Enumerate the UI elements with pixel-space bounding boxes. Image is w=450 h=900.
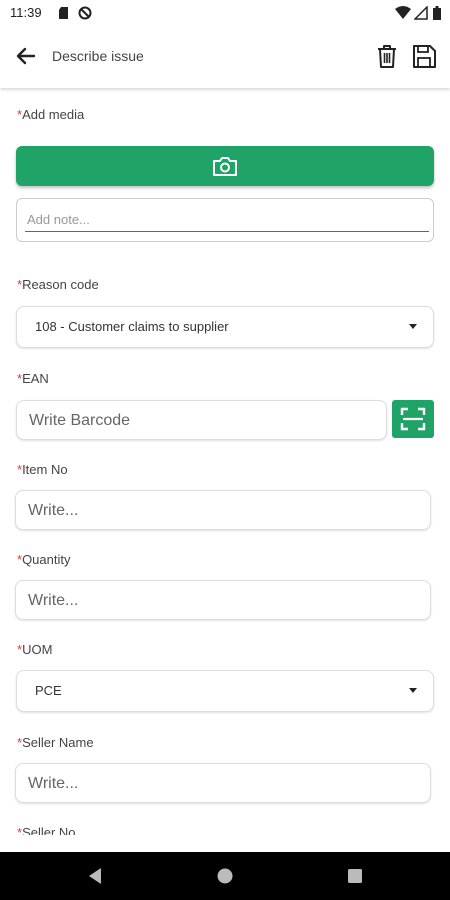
note-input[interactable] — [25, 207, 429, 232]
seller-name-label: *Seller Name — [17, 735, 94, 750]
item-no-field — [15, 490, 431, 530]
seller-name-input[interactable] — [26, 770, 420, 798]
page-title: Describe issue — [52, 48, 144, 64]
status-time: 11:39 — [10, 5, 42, 20]
add-media-label: *Add media — [17, 107, 85, 122]
status-bar: 11:39 — [0, 0, 450, 26]
seller-name-field — [15, 763, 431, 803]
quantity-label: *Quantity — [17, 552, 71, 567]
note-field — [16, 198, 434, 242]
issue-form: *Add media *Reason code 108 - Customer c… — [0, 90, 450, 835]
reason-code-select[interactable]: 108 - Customer claims to supplier — [16, 306, 434, 348]
item-no-label: *Item No — [17, 462, 68, 477]
trash-icon[interactable] — [371, 40, 403, 72]
floppy-disk-icon[interactable] — [408, 40, 440, 72]
add-media-button[interactable] — [16, 146, 434, 186]
uom-select[interactable]: PCE — [16, 670, 434, 712]
ean-input[interactable] — [27, 407, 381, 435]
battery-icon — [433, 6, 441, 20]
reason-code-value: 108 - Customer claims to supplier — [35, 319, 229, 334]
dropdown-caret-icon — [409, 324, 417, 329]
camera-icon — [213, 157, 237, 176]
wifi-icon — [395, 6, 411, 19]
uom-value: PCE — [35, 683, 62, 698]
arrow-left-icon[interactable] — [10, 40, 42, 72]
app-bar: Describe issue — [0, 26, 450, 88]
quantity-input[interactable] — [26, 587, 420, 615]
sd-card-icon — [59, 7, 68, 19]
uom-label: *UOM — [17, 642, 53, 657]
seller-no-label: *Seller No — [17, 825, 76, 835]
reason-code-label: *Reason code — [17, 277, 99, 292]
home-circle-icon[interactable] — [216, 866, 234, 886]
item-no-input[interactable] — [26, 497, 420, 525]
do-not-disturb-icon — [78, 6, 92, 20]
ean-label: *EAN — [17, 371, 49, 386]
back-triangle-icon[interactable] — [86, 866, 104, 886]
signal-icon — [414, 6, 428, 20]
system-nav-bar — [0, 852, 450, 900]
recents-square-icon[interactable] — [346, 866, 364, 886]
dropdown-caret-icon — [409, 688, 417, 693]
ean-field — [16, 400, 387, 440]
barcode-scan-icon — [400, 407, 426, 431]
quantity-field — [15, 580, 431, 620]
scan-barcode-button[interactable] — [392, 400, 434, 438]
